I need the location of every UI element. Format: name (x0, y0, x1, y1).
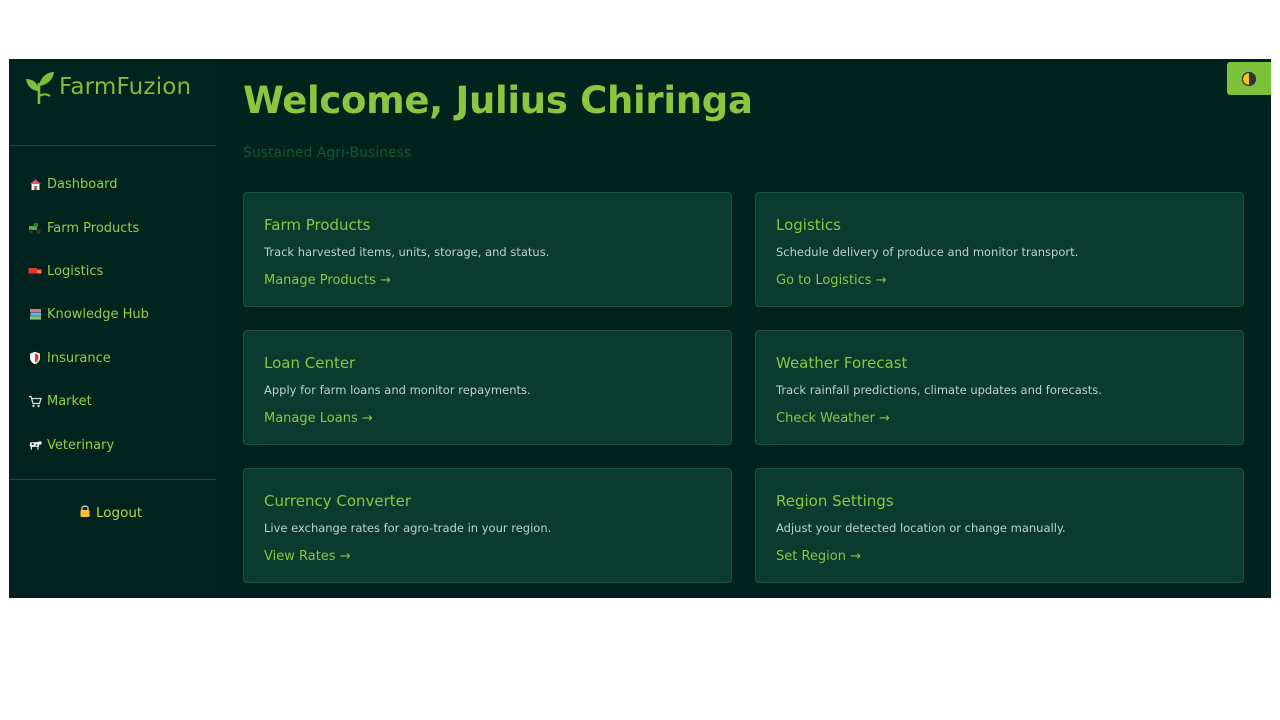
logout-button[interactable]: Logout (79, 503, 142, 522)
shield-icon (28, 351, 42, 365)
card-title: Logistics (776, 216, 841, 234)
card-description: Live exchange rates for agro-trade in yo… (264, 521, 552, 535)
view-rates-link[interactable]: View Rates → (264, 549, 351, 564)
sidebar-item-label: Farm Products (47, 220, 140, 236)
brand-logo[interactable]: FarmFuzion (23, 69, 191, 105)
cart-icon (28, 395, 42, 409)
card-weather-forecast: Weather Forecast Track rainfall predicti… (755, 330, 1244, 445)
card-title: Farm Products (264, 216, 371, 234)
manage-products-link[interactable]: Manage Products → (264, 273, 391, 288)
truck-icon (28, 264, 42, 278)
card-title: Currency Converter (264, 492, 412, 510)
page-title: Welcome, Julius Chiringa (243, 79, 753, 122)
card-title: Weather Forecast (776, 354, 908, 372)
sprout-icon (26, 72, 54, 104)
tractor-icon (28, 221, 42, 235)
house-icon (28, 178, 42, 192)
card-description: Schedule delivery of produce and monitor… (776, 245, 1079, 259)
manage-loans-link[interactable]: Manage Loans → (264, 411, 373, 426)
sidebar-item-label: Market (47, 394, 92, 410)
sidebar-divider (9, 479, 216, 480)
sidebar: FarmFuzion Dashboard Farm Products Logis… (9, 59, 216, 598)
card-title: Loan Center (264, 354, 356, 372)
sidebar-divider (9, 145, 216, 146)
sidebar-item-label: Insurance (47, 350, 111, 366)
sidebar-item-logistics[interactable]: Logistics (9, 250, 216, 293)
half-moon-icon (1241, 71, 1257, 86)
brand-name: FarmFuzion (59, 74, 192, 100)
set-region-link[interactable]: Set Region → (776, 549, 861, 564)
card-description: Apply for farm loans and monitor repayme… (264, 383, 531, 397)
sidebar-item-label: Logistics (47, 263, 104, 279)
lock-icon (79, 503, 91, 522)
card-description: Track rainfall predictions, climate upda… (776, 383, 1102, 397)
card-currency-converter: Currency Converter Live exchange rates f… (243, 468, 732, 583)
card-loan-center: Loan Center Apply for farm loans and mon… (243, 330, 732, 445)
books-icon (28, 308, 42, 322)
page-subtitle: Sustained Agri-Business (243, 145, 412, 161)
check-weather-link[interactable]: Check Weather → (776, 411, 890, 426)
sidebar-item-farm-products[interactable]: Farm Products (9, 206, 216, 249)
sidebar-item-knowledge-hub[interactable]: Knowledge Hub (9, 293, 216, 336)
card-title: Region Settings (776, 492, 894, 510)
sidebar-item-label: Knowledge Hub (47, 307, 149, 323)
sidebar-item-veterinary[interactable]: Veterinary (9, 423, 216, 466)
sidebar-item-label: Dashboard (47, 177, 118, 193)
sidebar-item-market[interactable]: Market (9, 380, 216, 423)
go-to-logistics-link[interactable]: Go to Logistics → (776, 273, 887, 288)
app-window: FarmFuzion Dashboard Farm Products Logis… (9, 59, 1271, 598)
logout-label: Logout (96, 504, 143, 521)
card-description: Track harvested items, units, storage, a… (264, 245, 550, 259)
sidebar-nav: Dashboard Farm Products Logistics Knowle… (9, 163, 216, 467)
card-region-settings: Region Settings Adjust your detected loc… (755, 468, 1244, 583)
theme-toggle-button[interactable] (1227, 62, 1271, 95)
card-farm-products: Farm Products Track harvested items, uni… (243, 192, 732, 307)
cow-icon (28, 438, 42, 452)
sidebar-item-label: Veterinary (47, 437, 115, 453)
card-logistics: Logistics Schedule delivery of produce a… (755, 192, 1244, 307)
sidebar-item-insurance[interactable]: Insurance (9, 337, 216, 380)
card-description: Adjust your detected location or change … (776, 521, 1066, 535)
sidebar-item-dashboard[interactable]: Dashboard (9, 163, 216, 206)
